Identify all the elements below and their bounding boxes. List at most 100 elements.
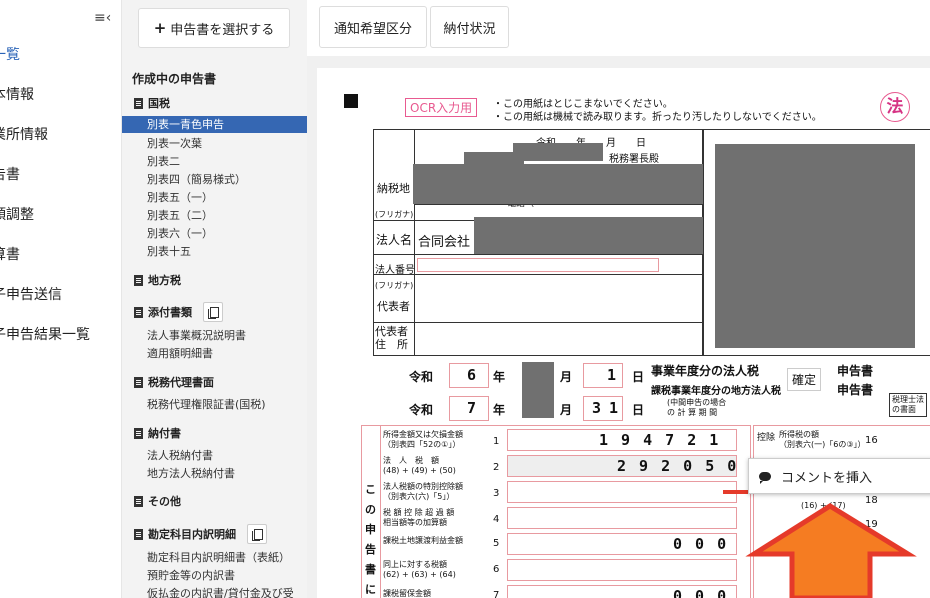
group-national-tax[interactable]: 国税 [134,95,170,111]
doc-item-deposits[interactable]: 預貯金等の内訳書 [147,567,235,583]
row6-num: 6 [493,564,500,575]
row3-num: 3 [493,488,500,499]
reiwa-from: 令和 [409,370,434,384]
from-year-unit: 年 [493,370,506,384]
nav-item-statements[interactable]: 算書 [0,244,20,264]
doc-item-local-corp-tax-slip[interactable]: 地方法人税納付書 [147,465,235,481]
group-label: 地方税 [148,274,181,287]
plus-icon: + [153,19,167,37]
doc-item-beppyo2[interactable]: 別表二 [147,153,180,169]
from-year: 6 [467,366,477,384]
app-root: ≡‹ 一覧 本情報 業所情報 告書 類調整 算書 子申告送信 子申告結果一覧 +… [0,0,930,598]
from-day: 1 [607,366,617,384]
doc-item-power-of-attorney[interactable]: 税務代理権限証書(国税) [147,396,266,412]
doc-item-business-overview[interactable]: 法人事業概況説明書 [147,327,246,343]
tax-office-label: 税務署長殿 [609,154,659,165]
tax-accountant-doc-label: 税理士法 の書面 [889,393,927,417]
doc-item-application-statement[interactable]: 適用額明細書 [147,345,213,361]
doc-item-corp-tax-slip[interactable]: 法人税納付書 [147,447,213,463]
doc-item-beppyo15[interactable]: 別表十五 [147,243,191,259]
office-use-box [703,129,930,356]
notice-line-2: ・この用紙は機械で読み取ります。折ったり汚したりしないでください。 [493,112,822,123]
divider [415,204,703,205]
row4-num: 4 [493,514,500,525]
copy-icon[interactable] [203,302,223,322]
row7-num: 7 [493,590,500,598]
corner-mark [344,94,358,108]
row6-box [507,559,737,581]
group-tax-agent[interactable]: 税務代理書面 [134,374,214,390]
group-account-details[interactable]: 勘定科目内訳明細 [134,524,267,544]
select-return-button[interactable]: + 申告書を選択する [138,8,290,48]
document-icon [134,427,143,439]
nav-item-basic-info[interactable]: 本情報 [0,84,34,104]
furigana-label-2: (フリガナ) [375,281,414,290]
left-navigation: ≡‹ 一覧 本情報 業所情報 告書 類調整 算書 子申告送信 子申告結果一覧 [0,0,122,598]
doc-item-beppyo5-1[interactable]: 別表五（一） [147,189,213,205]
redacted-block [522,362,554,418]
collapse-menu-icon[interactable]: ≡‹ [94,10,111,26]
doc-item-beppyo4[interactable]: 別表四（簡易様式） [147,171,246,187]
document-icon [134,97,143,109]
fiscal-year-title: 事業年度分の法人税 [651,364,760,378]
vertical-label: この申告書に [365,483,376,596]
nozeichi-label: 納税地 [377,182,410,195]
redacted-block [474,217,704,254]
shinkokusho-1: 申告書 [837,364,874,378]
ocr-label: OCR入力用 [405,98,478,117]
nav-item-list[interactable]: 一覧 [0,44,20,64]
doc-item-beppyo1[interactable]: 別表一青色申告 [122,116,307,133]
doc-item-beppyo1-jiyou[interactable]: 別表一次葉 [147,135,202,151]
nav-item-e-filing-results[interactable]: 子申告結果一覧 [0,324,90,344]
representative-address-label: 代表者 住 所 [375,325,408,351]
document-panel: + 申告書を選択する 作成中の申告書 国税 別表一青色申告 別表一次葉 別表二 … [122,0,307,598]
from-month-unit: 月 [560,370,573,384]
interim-period-note: (中間申告の場合 の 計 算 期 間 [667,398,727,417]
nav-item-office-info[interactable]: 業所情報 [0,124,48,144]
row2-label: 法 人 税 額 (48) + (49) + (50) [383,456,456,475]
nav-item-returns[interactable]: 告書 [0,164,20,184]
group-label: その他 [148,495,181,508]
document-icon [134,274,143,286]
comment-icon [759,471,771,484]
to-day: 1 [609,399,619,417]
insert-comment-menu-item[interactable]: コメントを挿入 [748,458,930,494]
group-other[interactable]: その他 [134,493,181,509]
hou-mark: 法 [880,92,910,122]
group-attachments[interactable]: 添付書類 [134,302,223,322]
panel-title: 作成中の申告書 [132,72,217,86]
to-month: 3 [592,399,602,417]
row1-num: 1 [493,436,500,447]
group-label: 国税 [148,97,170,110]
doc-item-account-cover[interactable]: 勘定科目内訳明細書（表紙） [147,549,290,565]
to-day-unit: 日 [632,403,645,417]
hojinmei-label: 法人名 [376,233,413,247]
doc-item-beppyo5-2[interactable]: 別表五（二） [147,207,213,223]
taxable-year-title: 課税事業年度分の地方法人税 [651,386,781,397]
shinkokusho-2: 申告書 [837,383,874,397]
group-payment-slips[interactable]: 納付書 [134,425,181,441]
doc-item-suspense-payments[interactable]: 仮払金の内訳書/貸付金及び受 [147,585,294,598]
tab-payment-status[interactable]: 納付状況 [430,6,509,48]
copy-icon[interactable] [247,524,267,544]
row6-label: 同上に対する税額 (62) + (63) + (64) [383,560,456,579]
divider [373,322,703,323]
doc-item-beppyo6-1[interactable]: 別表六（一） [147,225,213,241]
group-local-tax[interactable]: 地方税 [134,272,181,288]
row1-value: 1 9 4 7 2 1 [599,431,721,449]
row3-box [507,481,737,503]
company-name: 合同会社 [418,235,471,250]
row5-num: 5 [493,538,500,549]
nav-item-e-filing-send[interactable]: 子申告送信 [0,284,62,304]
document-icon [134,306,143,318]
furigana-label-1: (フリガナ) [375,210,414,219]
divider [373,274,703,275]
tab-notification-preference[interactable]: 通知希望区分 [319,6,427,48]
nav-item-adjustments[interactable]: 類調整 [0,204,34,224]
row2-num: 2 [493,462,500,473]
to-year-unit: 年 [493,403,506,417]
to-month-unit: 月 [560,403,573,417]
document-icon [134,528,143,540]
row3-label: 法人税額の特別控除額 （別表六(六)「5」） [383,482,463,501]
row4-label: 税 額 控 除 超 過 額 相当額等の加算額 [383,508,455,527]
